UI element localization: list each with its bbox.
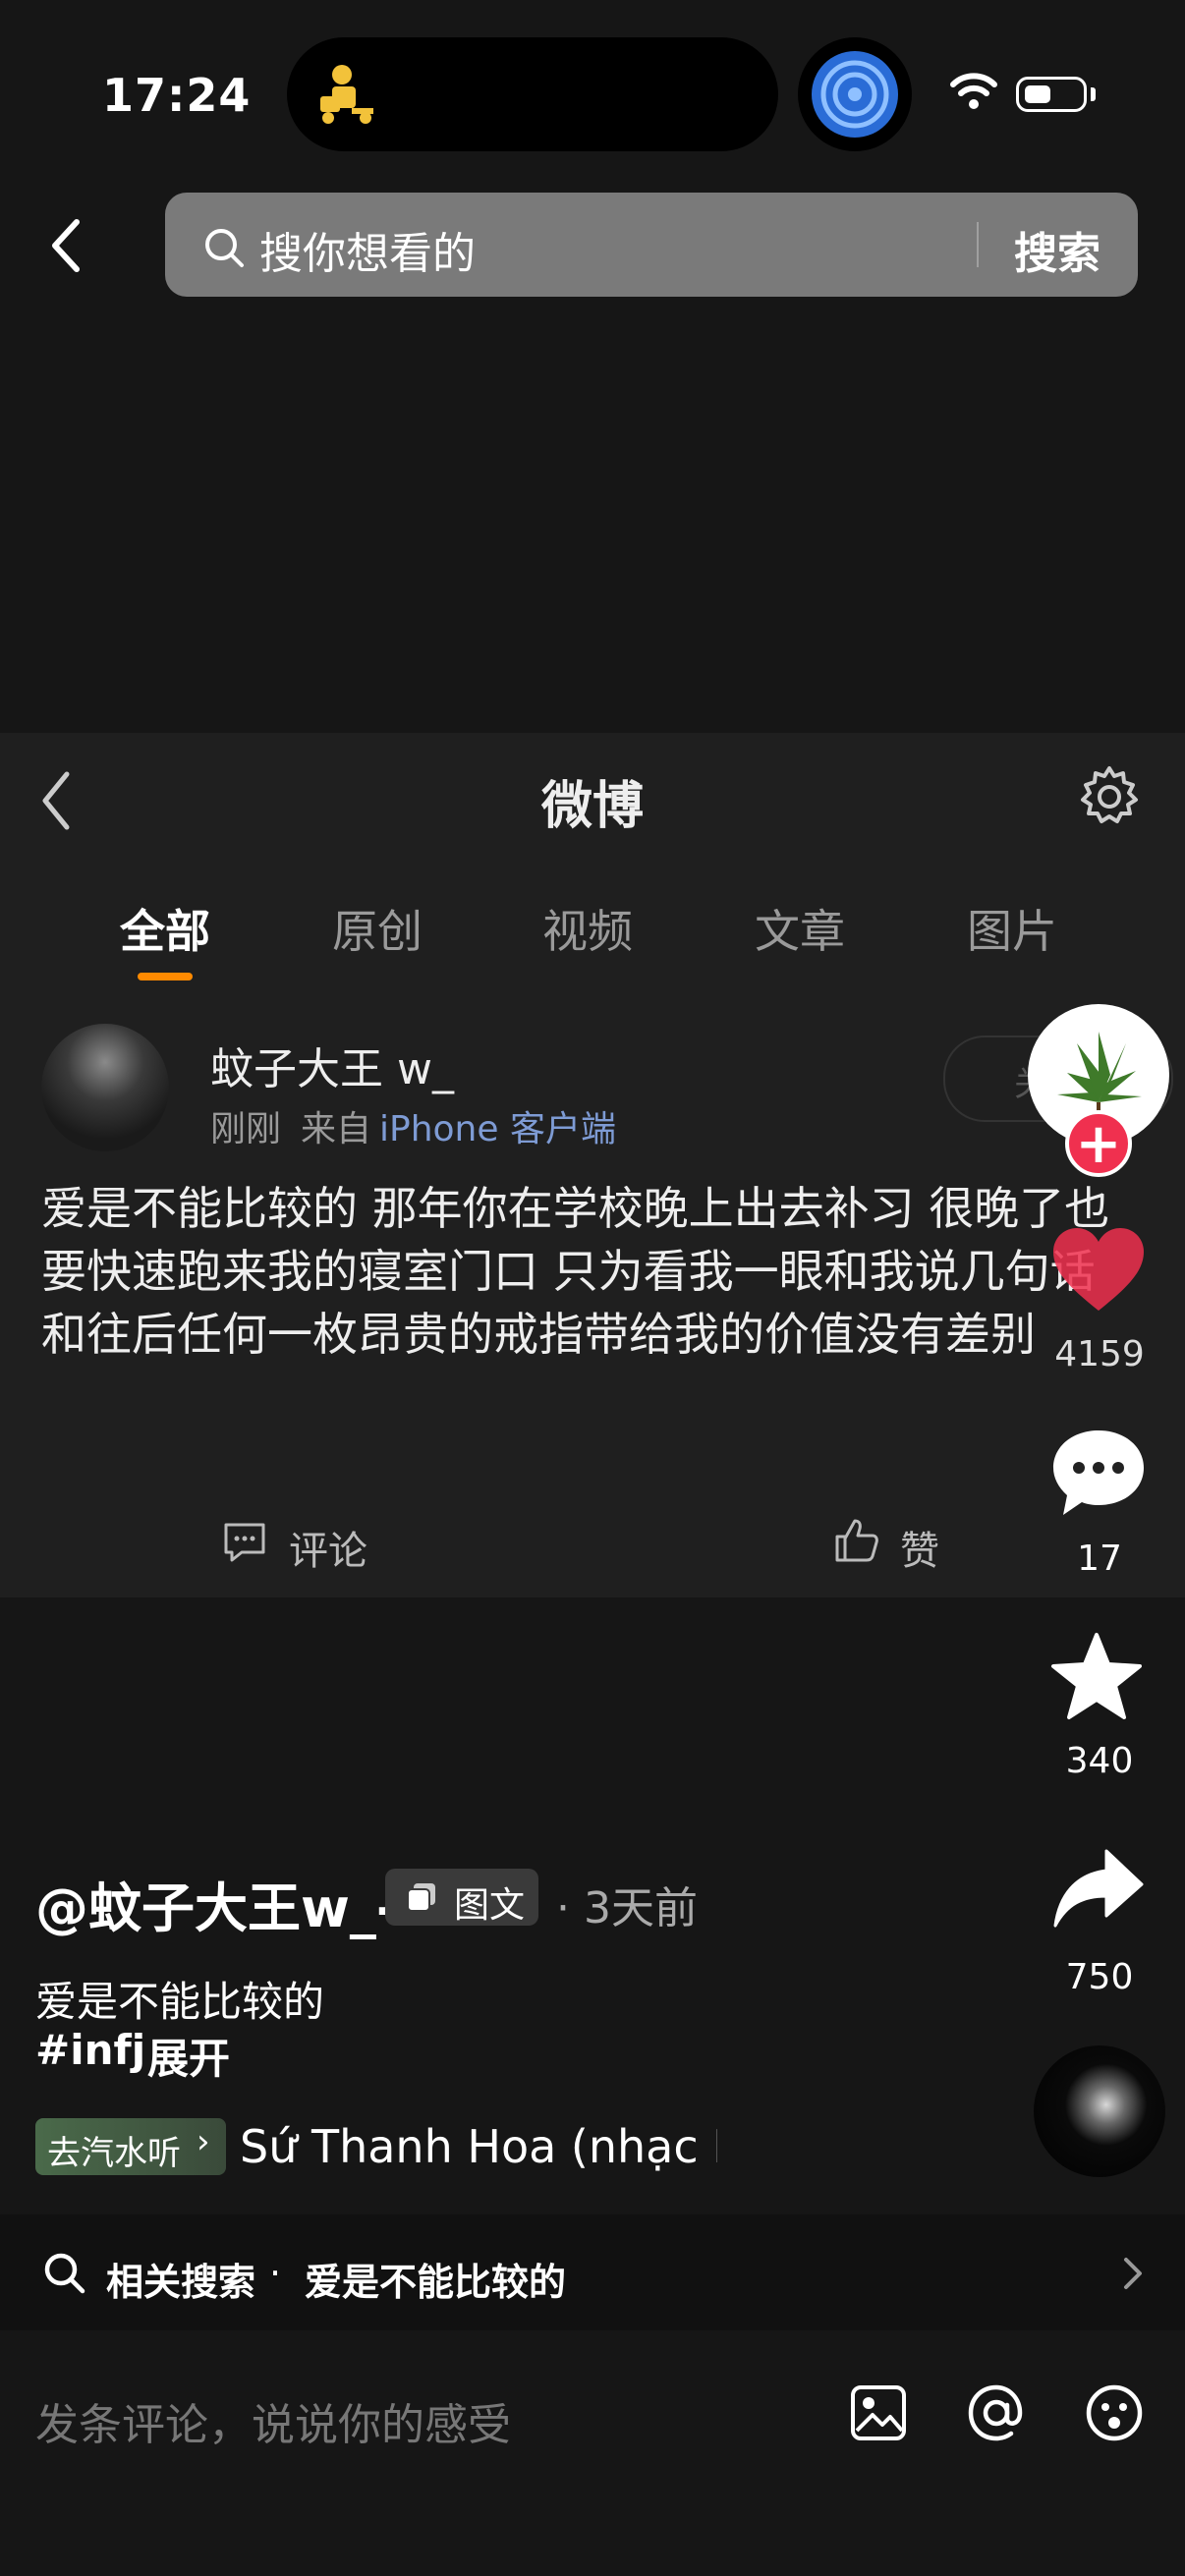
comment-bubble-icon[interactable] <box>1049 1427 1148 1525</box>
image-icon[interactable] <box>847 2381 910 2448</box>
favorite-count: 340 <box>1065 1741 1134 1781</box>
thumbs-up-icon[interactable] <box>833 1517 880 1568</box>
back-icon[interactable] <box>47 216 86 279</box>
music-disc[interactable] <box>1034 2045 1165 2177</box>
chevron-right-icon[interactable] <box>1118 2254 1148 2297</box>
comment-count: 17 <box>1077 1539 1122 1579</box>
search-icon <box>41 2250 86 2299</box>
hashtag-link[interactable]: #infj <box>35 2026 145 2074</box>
post-author[interactable]: @蚊子大王w_- <box>35 1865 398 1942</box>
author-avatar[interactable] <box>41 1024 169 1151</box>
weibo-title: 微博 <box>540 777 644 836</box>
chevron-right-icon: › <box>197 2122 210 2161</box>
song-title: Sứ Thanh Hoa (nhạc Hoa) <box>240 2120 717 2173</box>
bottom-bar <box>0 2330 1185 2576</box>
image-post-icon <box>405 1881 438 1919</box>
post-caption: 爱是不能比较的 <box>35 1978 325 2026</box>
search-input[interactable]: 搜你想看的 <box>259 218 476 281</box>
related-search-query[interactable]: 爱是不能比较的 <box>305 2252 566 2306</box>
search-button[interactable]: 搜索 <box>1014 218 1100 281</box>
post-age: · 3天前 <box>556 1883 698 1933</box>
comment-input[interactable]: 发条评论，说说你的感受 <box>35 2389 511 2452</box>
separator-dot: · <box>269 2252 282 2295</box>
status-time: 17:24 <box>102 69 252 122</box>
search-divider <box>977 222 979 267</box>
tab-pictures[interactable]: 图片 <box>967 896 1057 961</box>
weibo-back-icon[interactable] <box>37 768 77 837</box>
tab-article[interactable]: 文章 <box>755 896 845 961</box>
comment-button[interactable]: 评论 <box>289 1519 367 1576</box>
tab-video[interactable]: 视频 <box>542 896 633 961</box>
weibo-card <box>0 733 1185 1597</box>
airdrop-activity-icon <box>798 37 912 151</box>
at-mention-icon[interactable] <box>965 2381 1028 2448</box>
expand-button[interactable]: 展开 <box>147 2026 230 2086</box>
comment-icon[interactable] <box>222 1521 267 1568</box>
post-time: 刚刚 <box>210 1109 282 1149</box>
post-type-label: 图文 <box>454 1885 526 1926</box>
song-marquee[interactable]: Sứ Thanh Hoa (nhạc Hoa) <box>236 2112 717 2183</box>
related-search-label: 相关搜索 <box>106 2261 256 2304</box>
active-tab-indicator <box>138 973 193 980</box>
heart-icon[interactable] <box>1049 1226 1148 1318</box>
music-app-label: 去汽水听 <box>47 2134 181 2173</box>
follow-plus-button[interactable]: + <box>1065 1110 1132 1177</box>
author-name[interactable]: 蚊子大王 w_ <box>210 1034 454 1096</box>
search-icon <box>202 226 246 273</box>
share-icon[interactable] <box>1053 1847 1144 1933</box>
battery-icon <box>1016 77 1087 112</box>
share-count: 750 <box>1065 1957 1134 1997</box>
post-text: 爱是不能比较的 那年你在学校晚上出去补习 很晚了也要快速跑来我的寝室门口 只为看… <box>41 1182 1110 1361</box>
battery-tip <box>1091 87 1096 101</box>
like-button[interactable]: 赞 <box>900 1519 939 1576</box>
emoji-icon[interactable] <box>1083 2381 1146 2448</box>
post-client-link[interactable]: iPhone 客户端 <box>379 1100 616 1151</box>
tab-original[interactable]: 原创 <box>332 896 423 961</box>
post-source-label: 来自 <box>301 1109 372 1149</box>
star-icon[interactable] <box>1049 1631 1144 1725</box>
tab-all[interactable]: 全部 <box>120 896 210 961</box>
like-count: 4159 <box>1054 1334 1145 1374</box>
gear-icon[interactable] <box>1077 764 1142 833</box>
wifi-icon <box>949 71 998 114</box>
delivery-activity-icon <box>312 57 387 132</box>
